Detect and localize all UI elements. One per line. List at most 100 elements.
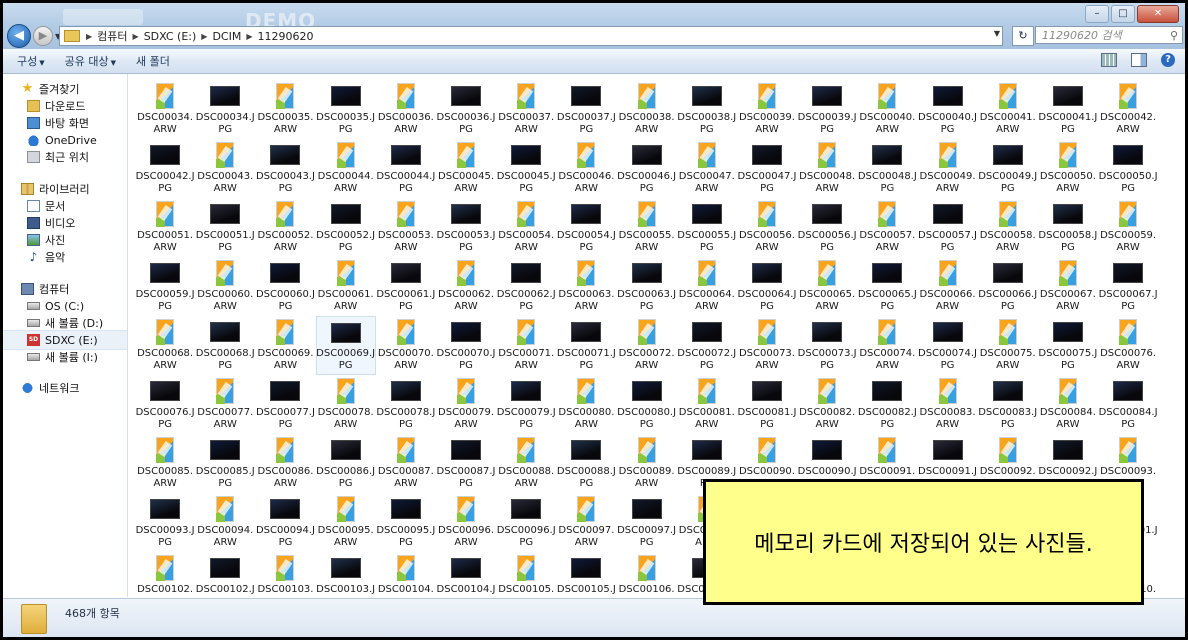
file-item[interactable]: DSC00096.JPG	[496, 493, 556, 552]
file-item[interactable]: DSC00096.ARW	[436, 493, 496, 552]
file-item[interactable]: DSC00068.JPG	[195, 316, 255, 375]
file-item[interactable]: DSC00097.ARW	[556, 493, 616, 552]
file-item[interactable]: DSC00043.ARW	[195, 139, 255, 198]
file-item[interactable]: DSC00075.JPG	[1038, 316, 1098, 375]
file-item[interactable]: DSC00037.ARW	[496, 80, 556, 139]
file-item[interactable]: DSC00061.JPG	[376, 257, 436, 316]
sidebar-item-favorites[interactable]: ★ 즐겨찾기	[21, 80, 80, 98]
file-item[interactable]: DSC00047.ARW	[677, 139, 737, 198]
file-item[interactable]: DSC00094.ARW	[195, 493, 255, 552]
file-item[interactable]: DSC00073.JPG	[797, 316, 857, 375]
file-item[interactable]: DSC00065.JPG	[857, 257, 917, 316]
file-item[interactable]: DSC00052.ARW	[255, 198, 315, 257]
file-item[interactable]: DSC00064.JPG	[737, 257, 797, 316]
address-bar[interactable]: ▶ 컴퓨터 ▶ SDXC (E:) ▶ DCIM ▶ 11290620 ▼	[59, 26, 1003, 46]
new-folder-button[interactable]: 새 폴더	[136, 53, 170, 69]
sidebar-item-os-drive[interactable]: OS (C:)	[27, 297, 84, 315]
sidebar-item-downloads[interactable]: 다운로드	[27, 97, 85, 115]
file-item[interactable]: DSC00082.JPG	[857, 375, 917, 434]
file-item[interactable]: DSC00052.JPG	[316, 198, 376, 257]
file-item[interactable]: DSC00036.JPG	[436, 80, 496, 139]
file-item[interactable]: DSC00044.JPG	[376, 139, 436, 198]
file-item[interactable]: DSC00056.ARW	[737, 198, 797, 257]
file-item[interactable]: DSC00038.ARW	[617, 80, 677, 139]
help-icon[interactable]: ?	[1161, 53, 1175, 67]
file-item[interactable]: DSC00041.JPG	[1038, 80, 1098, 139]
file-item[interactable]: DSC00050.ARW	[1038, 139, 1098, 198]
file-item[interactable]: DSC00054.JPG	[556, 198, 616, 257]
file-item[interactable]: DSC00084.JPG	[1098, 375, 1158, 434]
file-item[interactable]: DSC00104.JPG	[436, 552, 496, 597]
file-item[interactable]: DSC00039.ARW	[737, 80, 797, 139]
file-item[interactable]: DSC00086.ARW	[255, 434, 315, 493]
file-item[interactable]: DSC00044.ARW	[316, 139, 376, 198]
file-item[interactable]: DSC00058.JPG	[1038, 198, 1098, 257]
share-menu[interactable]: 공유 대상 ▼	[65, 53, 116, 69]
file-item[interactable]: DSC00068.ARW	[135, 316, 195, 375]
file-item[interactable]: DSC00093.JPG	[135, 493, 195, 552]
file-item[interactable]: DSC00072.JPG	[677, 316, 737, 375]
file-item[interactable]: DSC00106.ARW	[617, 552, 677, 597]
change-view-icon[interactable]	[1101, 53, 1117, 67]
file-item[interactable]: DSC00082.ARW	[797, 375, 857, 434]
file-item[interactable]: DSC00036.ARW	[376, 80, 436, 139]
sidebar-item-onedrive[interactable]: OneDrive	[27, 131, 97, 149]
sidebar-item-documents[interactable]: 문서	[27, 197, 65, 215]
breadcrumb-dcim[interactable]: DCIM	[212, 30, 241, 43]
file-item[interactable]: DSC00056.JPG	[797, 198, 857, 257]
file-item[interactable]: DSC00071.ARW	[496, 316, 556, 375]
file-item[interactable]: DSC00055.JPG	[677, 198, 737, 257]
file-item[interactable]: DSC00085.ARW	[135, 434, 195, 493]
file-item[interactable]: DSC00103.ARW	[255, 552, 315, 597]
file-item[interactable]: DSC00064.ARW	[677, 257, 737, 316]
file-item[interactable]: DSC00048.ARW	[797, 139, 857, 198]
file-item[interactable]: DSC00081.ARW	[677, 375, 737, 434]
file-item[interactable]: DSC00104.ARW	[376, 552, 436, 597]
file-item[interactable]: DSC00095.ARW	[316, 493, 376, 552]
chevron-right-icon[interactable]: ▶	[246, 32, 252, 41]
file-item[interactable]: DSC00077.ARW	[195, 375, 255, 434]
file-item[interactable]: DSC00062.JPG	[496, 257, 556, 316]
file-item[interactable]: DSC00053.JPG	[436, 198, 496, 257]
file-item[interactable]: DSC00063.ARW	[556, 257, 616, 316]
file-item[interactable]: DSC00087.JPG	[436, 434, 496, 493]
file-item[interactable]: DSC00102.ARW	[135, 552, 195, 597]
maximize-button[interactable]: □	[1111, 5, 1135, 23]
file-item[interactable]: DSC00040.ARW	[857, 80, 917, 139]
file-item[interactable]: DSC00057.JPG	[917, 198, 977, 257]
file-item[interactable]: DSC00081.JPG	[737, 375, 797, 434]
file-item[interactable]: DSC00047.JPG	[737, 139, 797, 198]
file-item[interactable]: DSC00035.JPG	[316, 80, 376, 139]
file-item[interactable]: DSC00076.JPG	[135, 375, 195, 434]
refresh-button[interactable]: ↻	[1012, 26, 1034, 46]
file-item[interactable]: DSC00103.JPG	[316, 552, 376, 597]
file-item[interactable]: DSC00050.JPG	[1098, 139, 1158, 198]
file-item[interactable]: DSC00046.ARW	[556, 139, 616, 198]
chevron-right-icon[interactable]: ▶	[201, 32, 207, 41]
file-item[interactable]: DSC00054.ARW	[496, 198, 556, 257]
file-item[interactable]: DSC00087.ARW	[376, 434, 436, 493]
file-item[interactable]: DSC00059.JPG	[135, 257, 195, 316]
file-item[interactable]: DSC00102.JPG	[195, 552, 255, 597]
file-item[interactable]: DSC00045.ARW	[436, 139, 496, 198]
file-item[interactable]: DSC00079.ARW	[436, 375, 496, 434]
sidebar-item-desktop[interactable]: 바탕 화면	[27, 114, 89, 132]
file-item[interactable]: DSC00079.JPG	[496, 375, 556, 434]
file-item[interactable]: DSC00083.ARW	[917, 375, 977, 434]
file-item[interactable]: DSC00086.JPG	[316, 434, 376, 493]
file-item[interactable]: DSC00042.JPG	[135, 139, 195, 198]
file-item[interactable]: DSC00105.JPG	[556, 552, 616, 597]
close-button[interactable]: ✕	[1137, 5, 1179, 23]
sidebar-item-music[interactable]: ♪ 음악	[27, 248, 66, 266]
file-item[interactable]: DSC00070.ARW	[376, 316, 436, 375]
file-item[interactable]: DSC00067.ARW	[1038, 257, 1098, 316]
file-item[interactable]: DSC00089.ARW	[617, 434, 677, 493]
file-item[interactable]: DSC00035.ARW	[255, 80, 315, 139]
search-input[interactable]: 11290620 검색 ⚲	[1035, 26, 1183, 44]
file-item[interactable]: DSC00042.ARW	[1098, 80, 1158, 139]
file-item[interactable]: DSC00070.JPG	[436, 316, 496, 375]
file-item[interactable]: DSC00097.JPG	[617, 493, 677, 552]
file-item[interactable]: DSC00074.ARW	[857, 316, 917, 375]
file-item[interactable]: DSC00062.ARW	[436, 257, 496, 316]
file-item[interactable]: DSC00065.ARW	[797, 257, 857, 316]
